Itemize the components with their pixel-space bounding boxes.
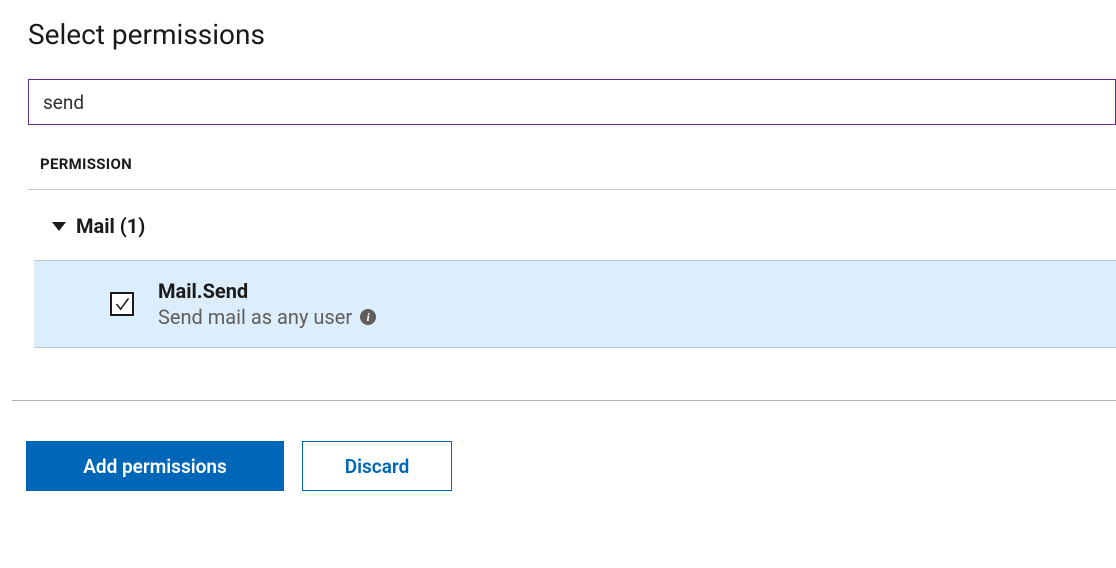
permission-description: Send mail as any user [158, 305, 352, 329]
permission-group-label: Mail (1) [76, 214, 145, 238]
permission-group-toggle[interactable]: Mail (1) [52, 214, 1116, 238]
info-icon[interactable]: i [360, 309, 376, 325]
footer-actions: Add permissions Discard [26, 441, 1116, 491]
search-wrap [28, 79, 1116, 125]
checkmark-icon [115, 297, 130, 312]
section-divider [12, 400, 1116, 401]
permission-checkbox[interactable] [110, 292, 134, 316]
permission-name: Mail.Send [158, 279, 376, 303]
permission-text: Mail.Send Send mail as any user i [158, 279, 376, 329]
permission-row[interactable]: Mail.Send Send mail as any user i [34, 260, 1116, 348]
add-permissions-button[interactable]: Add permissions [26, 441, 284, 491]
caret-down-icon [52, 222, 66, 231]
search-input[interactable] [28, 79, 1116, 125]
discard-button[interactable]: Discard [302, 441, 452, 491]
panel-title: Select permissions [0, 0, 1116, 51]
divider [28, 189, 1116, 190]
permission-column-header: PERMISSION [40, 155, 1116, 173]
